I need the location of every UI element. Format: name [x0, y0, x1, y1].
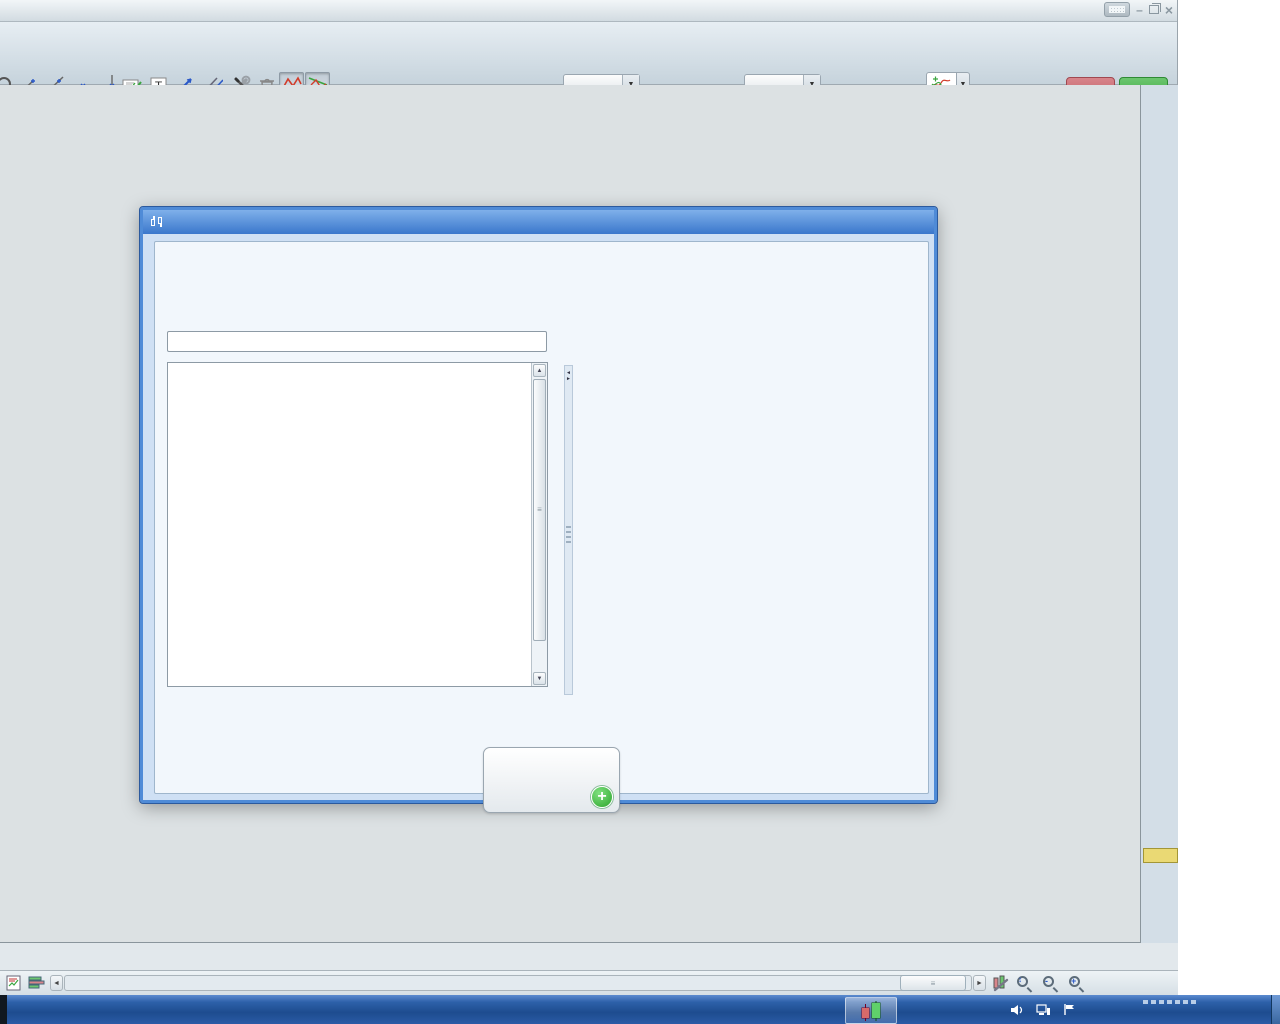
minimize-button[interactable]: –: [1136, 4, 1143, 16]
window-titlebar: – ×: [0, 0, 1177, 22]
list-scrollbar-thumb[interactable]: ≡: [533, 379, 546, 641]
tray-date-clipped: [1143, 1000, 1197, 1004]
time-axis[interactable]: [0, 943, 1140, 970]
chart-settings-icon[interactable]: [992, 975, 1010, 992]
indicator-description: [586, 370, 936, 700]
keyboard-icon[interactable]: [1104, 2, 1131, 17]
volume-icon[interactable]: [1006, 995, 1028, 1024]
indicator-list: ▲ ≡ ▼: [167, 362, 548, 687]
price-axis[interactable]: [1140, 85, 1178, 943]
search-input[interactable]: [172, 333, 522, 350]
zoom-out-icon[interactable]: -: [1042, 975, 1060, 992]
search-box: [167, 331, 547, 352]
report-icon[interactable]: [6, 975, 24, 991]
dialog-panel: ▲ ≡ ▼ ◄ ► +: [154, 241, 929, 813]
main-toolbar: T ▼ ▼: [0, 22, 1177, 104]
screen: – × T: [0, 0, 1280, 1024]
os-taskbar: [0, 995, 1280, 1024]
scroll-up-icon[interactable]: ▲: [533, 364, 546, 377]
trading-app-window: – × T: [0, 0, 1178, 995]
scroll-down-icon[interactable]: ▼: [533, 672, 546, 685]
zoom-in-icon[interactable]: +: [1068, 975, 1086, 992]
zoom-fit-icon[interactable]: ↕: [1016, 975, 1034, 992]
current-price-tag: [1143, 848, 1178, 863]
bottom-status-row: ◄ ≡ ► ↕ - +: [0, 970, 1178, 995]
add-preview-chart: [498, 768, 604, 810]
show-desktop-button[interactable]: [1271, 995, 1280, 1024]
add-indicator-button[interactable]: +: [483, 747, 620, 813]
horizontal-scrollbar-thumb[interactable]: ≡: [900, 975, 966, 991]
dialog-titlebar[interactable]: [143, 210, 934, 234]
add-indicator-dialog: ▲ ≡ ▼ ◄ ► +: [139, 206, 938, 813]
plus-icon: +: [591, 786, 613, 808]
scroll-right-arrow[interactable]: ►: [973, 975, 986, 991]
scroll-left-arrow[interactable]: ◄: [50, 975, 63, 991]
tray-language[interactable]: [949, 995, 975, 1024]
tray-clock[interactable]: [1135, 997, 1205, 1024]
volume-bars-icon[interactable]: [28, 975, 46, 991]
pane-splitter[interactable]: ◄ ►: [564, 365, 573, 695]
restore-button[interactable]: [1148, 3, 1161, 14]
splitter-arrows-icon: ◄ ►: [566, 370, 571, 382]
horizontal-scrollbar-track[interactable]: [64, 975, 972, 991]
tray-expand-icon[interactable]: [982, 995, 1002, 1024]
network-icon[interactable]: [1032, 995, 1054, 1024]
close-button[interactable]: ×: [1165, 3, 1173, 17]
list-scrollbar[interactable]: ▲ ≡ ▼: [531, 363, 547, 686]
candlestick-icon: [149, 214, 165, 230]
taskbar-trading-app[interactable]: [845, 997, 897, 1024]
taskbar-edge: [0, 995, 7, 1024]
action-center-flag-icon[interactable]: [1058, 995, 1080, 1024]
indicator-preview-chart: [491, 268, 591, 316]
